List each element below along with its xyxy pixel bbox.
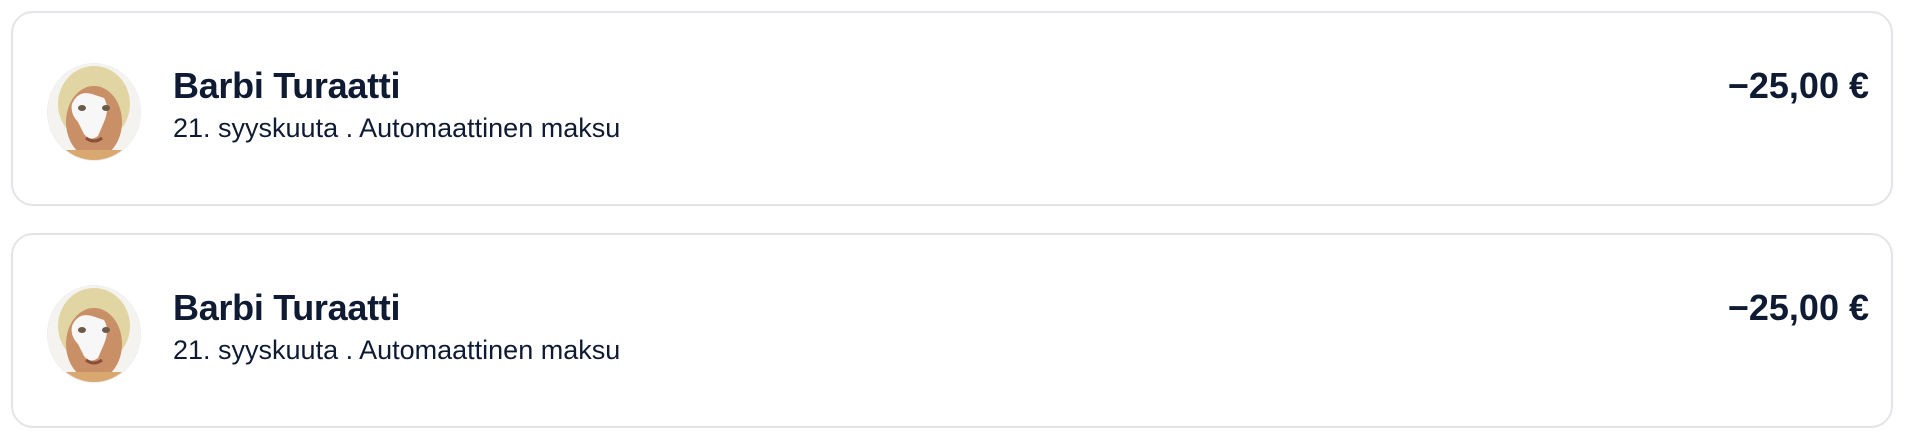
avatar xyxy=(47,285,141,383)
payee-name: Barbi Turaatti xyxy=(173,65,401,106)
transaction-row[interactable]: Barbi Turaatti 21. syyskuuta . Automaatt… xyxy=(11,11,1893,206)
transaction-amount: −25,00 € xyxy=(1727,287,1869,328)
transaction-list: Barbi Turaatti 21. syyskuuta . Automaatt… xyxy=(0,0,1906,448)
avatar-photo-icon xyxy=(48,286,140,382)
transaction-amount: −25,00 € xyxy=(1727,65,1869,106)
transaction-meta: 21. syyskuuta . Automaattinen maksu xyxy=(173,335,621,365)
transaction-row[interactable]: Barbi Turaatti 21. syyskuuta . Automaatt… xyxy=(11,233,1893,428)
payee-name: Barbi Turaatti xyxy=(173,287,401,328)
avatar xyxy=(47,63,141,161)
avatar-photo-icon xyxy=(48,64,140,160)
transaction-meta: 21. syyskuuta . Automaattinen maksu xyxy=(173,113,621,143)
